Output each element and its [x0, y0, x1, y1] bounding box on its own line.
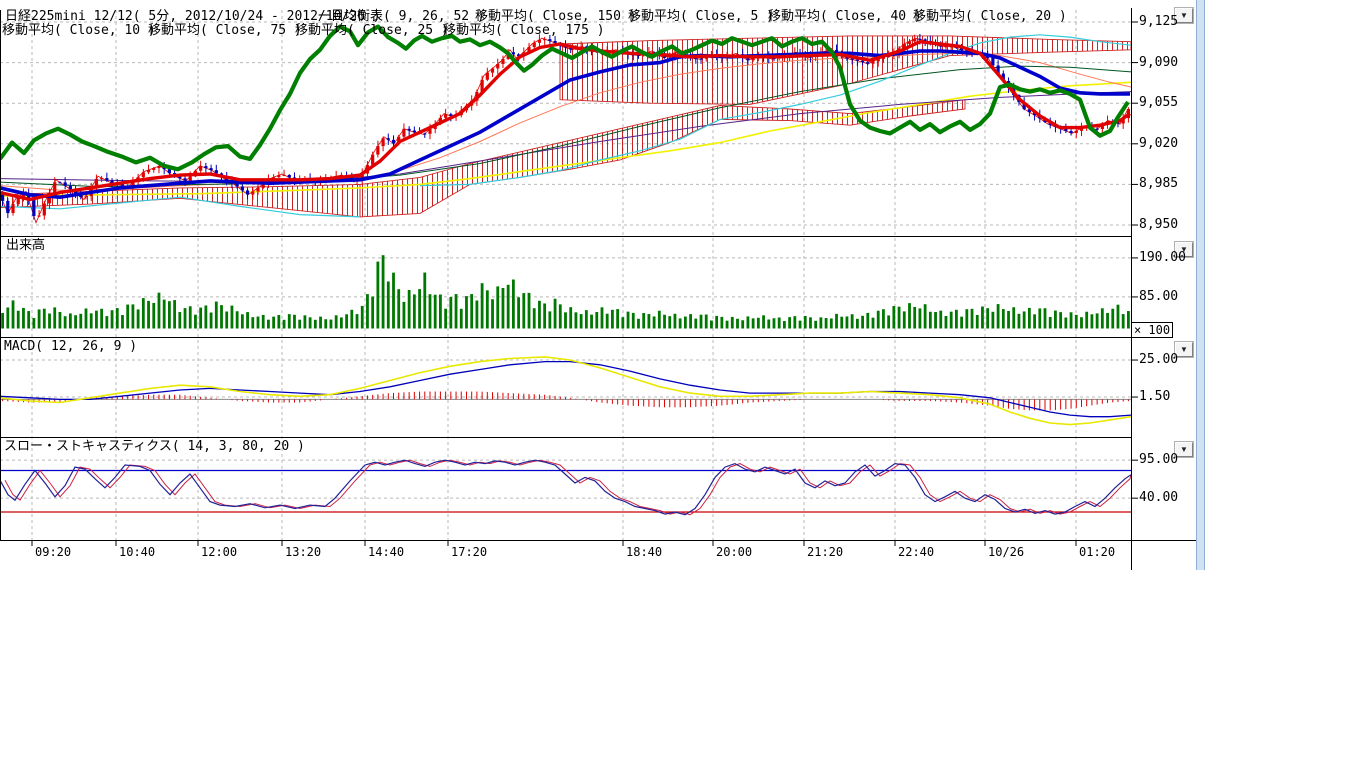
legend-item: 移動平均( Close, 40 )	[768, 10, 922, 24]
time-axis-label: 17:20	[451, 546, 487, 559]
volume-panel-title: 出来高	[6, 239, 45, 253]
volume-axis-label: 190.00	[1139, 251, 1186, 265]
price-axis-label: 9,020	[1139, 137, 1178, 151]
macd-panel	[0, 357, 1131, 425]
time-axis-label: 12:00	[201, 546, 237, 559]
macd-axis-label: 25.00	[1139, 353, 1178, 367]
stoch-panel-title: スロー・ストキャスティクス( 14, 3, 80, 20 )	[4, 440, 305, 454]
time-axis-label: 20:00	[716, 546, 752, 559]
legend-row-1: 日経225mini 12/12( 5分, 2012/10/24 - 2012/1…	[0, 10, 1131, 24]
legend-item: 移動平均( Close, 5 )	[628, 10, 774, 24]
chart-window: 日経225mini 12/12( 5分, 2012/10/24 - 2012/1…	[0, 0, 1366, 768]
price-axis-label: 9,055	[1139, 96, 1178, 110]
macd-panel-title: MACD( 12, 26, 9 )	[4, 340, 137, 354]
price-panel	[0, 27, 1131, 223]
time-axis-label: 10/26	[988, 546, 1024, 559]
volume-axis-label: 85.00	[1139, 290, 1178, 304]
price-axis-label: 8,985	[1139, 177, 1178, 191]
stochastics-panel	[0, 460, 1131, 515]
price-axis-label: 9,090	[1139, 56, 1178, 70]
time-axis-label: 21:20	[807, 546, 843, 559]
stoch-axis-label: 95.00	[1139, 453, 1178, 467]
time-axis-label: 14:40	[368, 546, 404, 559]
macd-axis-label: 1.50	[1139, 390, 1170, 404]
legend-row-2: 移動平均( Close, 10 )移動平均( Close, 75 )移動平均( …	[0, 24, 1131, 38]
chevron-down-icon: ▼	[1180, 445, 1188, 454]
legend-item: 移動平均( Close, 10 )	[2, 24, 156, 38]
stoch-axis-label: 40.00	[1139, 491, 1178, 505]
vertical-scrollbar[interactable]	[1196, 0, 1205, 570]
legend-item: 移動平均( Close, 20 )	[913, 10, 1067, 24]
time-axis-label: 22:40	[898, 546, 934, 559]
chevron-down-icon: ▼	[1180, 11, 1188, 20]
price-axis-label: 9,125	[1139, 15, 1178, 29]
time-axis-label: 13:20	[285, 546, 321, 559]
volume-panel	[1, 255, 1130, 328]
time-axis-label: 01:20	[1079, 546, 1115, 559]
price-axis-label: 8,950	[1139, 218, 1178, 232]
time-axis-label: 09:20	[35, 546, 71, 559]
chart-plot[interactable]	[0, 0, 1210, 575]
time-axis-label: 18:40	[626, 546, 662, 559]
chevron-down-icon: ▼	[1180, 345, 1188, 354]
legend-item: 一目均衡表( 9, 26, 52 )	[318, 10, 485, 24]
legend-item: 移動平均( Close, 25 )	[295, 24, 449, 38]
legend-item: 移動平均( Close, 75 )	[148, 24, 302, 38]
volume-multiplier-box: × 100	[1131, 322, 1173, 338]
legend-item: 移動平均( Close, 175 )	[443, 24, 605, 38]
time-axis-label: 10:40	[119, 546, 155, 559]
legend-item: 移動平均( Close, 150 )	[475, 10, 637, 24]
